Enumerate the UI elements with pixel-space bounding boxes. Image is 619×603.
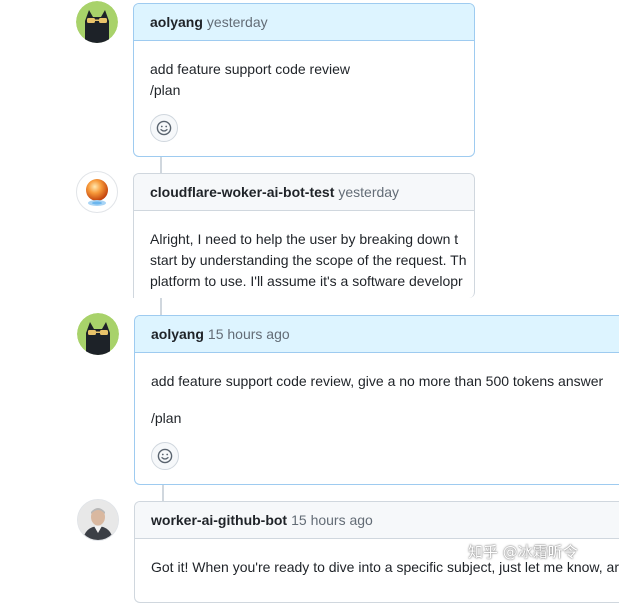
add-reaction-button[interactable]: [150, 114, 178, 142]
add-reaction-button[interactable]: [151, 442, 179, 470]
comment-text-line: Alright, I need to help the user by brea…: [150, 231, 459, 247]
comment-timestamp-link[interactable]: yesterday: [207, 14, 268, 30]
comment-author-link[interactable]: worker-ai-github-bot: [151, 512, 287, 528]
comment-body: Alright, I need to help the user by brea…: [134, 211, 474, 292]
timeline-line: [162, 483, 164, 501]
smiley-icon: [156, 120, 172, 136]
smiley-icon: [157, 448, 173, 464]
comment-text-line: add feature support code review: [150, 61, 351, 77]
person-photo-avatar[interactable]: [77, 499, 119, 541]
comment-author-link[interactable]: aolyang: [151, 326, 204, 342]
comment-header: cloudflare-woker-ai-bot-test yesterday: [134, 174, 474, 211]
zhihu-watermark: 知乎 @冰霜听令: [468, 543, 578, 561]
timeline-line: [160, 155, 162, 173]
sunglasses-cat-avatar[interactable]: [77, 313, 119, 355]
comment-timestamp-link[interactable]: yesterday: [338, 184, 399, 200]
comment-text-line: /plan: [150, 82, 181, 98]
comment-author-link[interactable]: cloudflare-woker-ai-bot-test: [150, 184, 334, 200]
comment-timestamp-link[interactable]: 15 hours ago: [208, 326, 290, 342]
comment-timestamp-link[interactable]: 15 hours ago: [291, 512, 373, 528]
comment-box: cloudflare-woker-ai-bot-test yesterday A…: [133, 173, 475, 298]
comment-header: aolyang yesterday: [134, 4, 474, 41]
comment-text-line: platform to use. I'll assume it's a soft…: [150, 273, 463, 289]
comment-text-line: start by understanding the scope of the …: [150, 252, 467, 268]
comment-header: aolyang 15 hours ago: [135, 316, 619, 353]
comment-body: add feature support code review /plan: [134, 41, 474, 142]
comment-text-line: [151, 392, 619, 408]
comment-box: aolyang 15 hours ago add feature support…: [134, 315, 619, 485]
comment-text-line: /plan: [151, 410, 182, 426]
sunglasses-cat-avatar[interactable]: [76, 1, 118, 43]
timeline-line: [160, 297, 162, 315]
comment-text-line: add feature support code review, give a …: [151, 373, 604, 389]
comment-box: aolyang yesterday add feature support co…: [133, 3, 475, 157]
comment-body: add feature support code review, give a …: [135, 353, 619, 470]
comment-header: worker-ai-github-bot 15 hours ago: [135, 502, 619, 539]
comment-author-link[interactable]: aolyang: [150, 14, 203, 30]
orange-sphere-avatar[interactable]: [76, 171, 118, 213]
